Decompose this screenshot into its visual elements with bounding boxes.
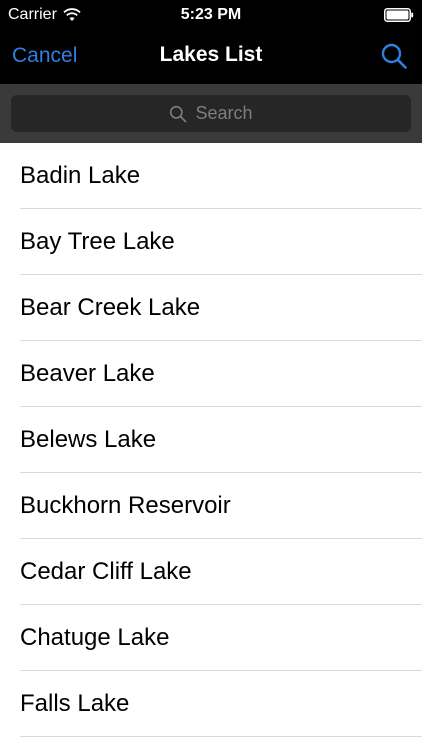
- lake-name: Bear Creek Lake: [20, 294, 201, 321]
- search-placeholder: Search: [195, 103, 253, 123]
- page-title: Lakes List: [159, 43, 263, 66]
- lake-name: Beaver Lake: [20, 360, 155, 387]
- list-item[interactable]: Chatuge Lake: [0, 605, 422, 671]
- lake-name: Belews Lake: [20, 426, 157, 453]
- status-bar: Carrier 5:23 PM: [0, 0, 422, 30]
- search-icon[interactable]: [380, 42, 408, 70]
- battery-icon: [384, 8, 414, 22]
- lake-name: Bay Tree Lake: [20, 228, 175, 255]
- list-item[interactable]: Cedar Cliff Lake: [0, 539, 422, 605]
- magnifier-icon: [170, 105, 187, 122]
- lake-name: Badin Lake: [20, 162, 141, 189]
- search-bar: Search: [0, 84, 422, 143]
- list-item[interactable]: Beaver Lake: [0, 341, 422, 407]
- list-item[interactable]: Bay Tree Lake: [0, 209, 422, 275]
- list-item[interactable]: Badin Lake: [0, 143, 422, 209]
- lake-name: Chatuge Lake: [20, 624, 170, 651]
- navigation-bar: Cancel Lakes List: [0, 30, 422, 84]
- status-time: 5:23 PM: [180, 6, 242, 23]
- list-item[interactable]: Buckhorn Reservoir: [0, 473, 422, 539]
- lake-name: Buckhorn Reservoir: [20, 492, 231, 519]
- search-input[interactable]: Search: [11, 95, 411, 132]
- lake-name: Falls Lake: [20, 690, 130, 717]
- lake-list: Badin Lake Bay Tree Lake Bear Creek Lake…: [0, 143, 422, 750]
- list-item[interactable]: Bear Creek Lake: [0, 275, 422, 341]
- list-item[interactable]: Falls Lake: [0, 671, 422, 737]
- lake-name: Cedar Cliff Lake: [20, 558, 192, 585]
- list-item[interactable]: Belews Lake: [0, 407, 422, 473]
